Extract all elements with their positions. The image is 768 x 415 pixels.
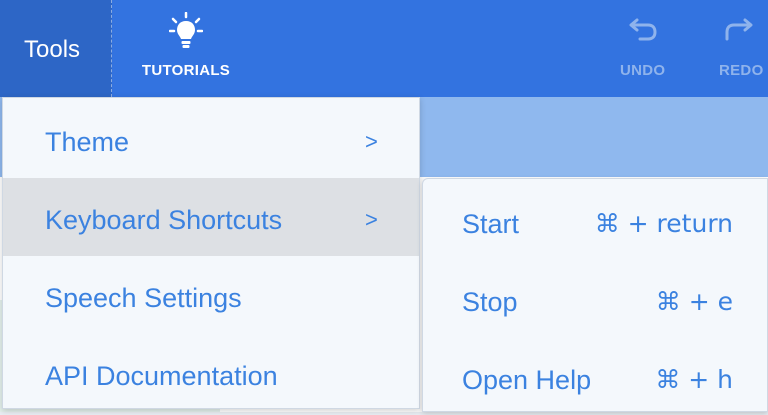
keyboard-shortcuts-submenu: Start ⌘ + return Stop ⌘ + e Open Help ⌘ …	[422, 178, 768, 412]
tutorials-button[interactable]: TUTORIALS	[130, 0, 242, 97]
menu-item-label: Theme	[45, 127, 130, 157]
redo-icon	[725, 18, 753, 41]
submenu-arrow-icon: >	[365, 129, 378, 154]
tools-label: Tools	[24, 36, 81, 63]
submenu-arrow-icon: >	[365, 207, 378, 232]
shortcut-keys: ⌘ + e	[655, 287, 733, 316]
menu-item-keyboard-shortcuts[interactable]: Keyboard Shortcuts >	[3, 178, 419, 256]
shortcut-item-start[interactable]: Start ⌘ + return	[423, 181, 767, 259]
shortcut-keys: ⌘ + h	[655, 365, 733, 394]
menu-item-label: Speech Settings	[45, 283, 242, 313]
tutorials-label: TUTORIALS	[141, 62, 231, 79]
tools-dropdown-menu: Theme > Keyboard Shortcuts > Speech Sett…	[2, 97, 420, 409]
tools-menu-button[interactable]: Tools	[0, 0, 112, 97]
redo-button[interactable]: REDO	[706, 0, 768, 97]
menu-item-label: Keyboard Shortcuts	[45, 205, 283, 235]
lightbulb-icon	[169, 12, 203, 48]
shortcut-label: Start	[462, 209, 520, 239]
undo-label: UNDO	[620, 62, 666, 79]
menu-item-api-documentation[interactable]: API Documentation	[3, 334, 419, 412]
redo-label: REDO	[719, 62, 764, 79]
shortcut-item-stop[interactable]: Stop ⌘ + e	[423, 259, 767, 337]
top-toolbar: Tools TUTORIALS UNDO REDO	[0, 0, 768, 97]
menu-item-theme[interactable]: Theme >	[3, 100, 419, 178]
menu-item-label: API Documentation	[45, 361, 278, 391]
shortcut-label: Stop	[462, 287, 518, 317]
menu-item-speech-settings[interactable]: Speech Settings	[3, 256, 419, 334]
undo-icon	[629, 18, 657, 41]
shortcut-keys: ⌘ + return	[594, 209, 733, 238]
undo-button[interactable]: UNDO	[608, 0, 688, 97]
shortcut-item-open-help[interactable]: Open Help ⌘ + h	[423, 337, 767, 415]
shortcut-label: Open Help	[462, 365, 592, 395]
